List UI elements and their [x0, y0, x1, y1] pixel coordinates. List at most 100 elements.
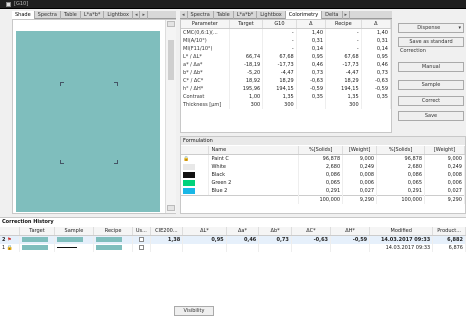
- sample-swatch: [56, 237, 83, 242]
- col-parameter: Parameter: [181, 20, 230, 29]
- solids-value-2: 0,291: [376, 187, 426, 195]
- corner-marker: [60, 160, 64, 164]
- parameter-value: 1,40: [361, 28, 392, 37]
- shade-panel: [12, 19, 176, 214]
- app-window: [G10] Shade Spectra Table L*a*b* Lightbo…: [0, 0, 466, 328]
- colorant-name: Paint C: [208, 154, 300, 163]
- tab-table-2[interactable]: Table: [214, 11, 234, 19]
- tab-colorimetry[interactable]: Colorimetry: [285, 11, 323, 19]
- sample-button[interactable]: Sample: [398, 80, 464, 90]
- save-button[interactable]: Save: [398, 111, 464, 121]
- colorant-chip-cell: [181, 171, 210, 179]
- scroll-down-icon[interactable]: [167, 205, 175, 211]
- parameter-value: [361, 101, 392, 109]
- parameter-value: 194,15: [325, 85, 362, 93]
- col-dc: ΔC*: [291, 227, 332, 236]
- tab-delta[interactable]: Delta: [322, 11, 343, 19]
- tab-table[interactable]: Table: [61, 11, 81, 19]
- correction-label: Correction: [400, 48, 426, 54]
- dispense-label: Dispense: [417, 25, 441, 31]
- correct-button[interactable]: Correct: [398, 96, 464, 106]
- center-tabs: ◂ Spectra Table L*a*b* Lightbox Colorime…: [180, 11, 392, 19]
- parameter-value: -0,63: [296, 77, 327, 85]
- solids-value: 0,065: [298, 179, 344, 187]
- solids-value: 2,680: [298, 163, 344, 171]
- use-checkbox[interactable]: [138, 245, 144, 250]
- tab-lightbox-2[interactable]: Lightbox: [257, 11, 286, 19]
- solids-value: 0,291: [298, 187, 344, 195]
- vertical-scrollbar[interactable]: [165, 20, 176, 213]
- parameter-name: MI(A/10°): [181, 37, 230, 45]
- modified-value: 14.03.2017 09:33: [369, 235, 434, 244]
- col-target: Target: [229, 20, 264, 29]
- parameter-value: 0,35: [296, 93, 327, 101]
- solids-value-2: 2,680: [376, 163, 426, 171]
- col-recipe: Recipe: [93, 227, 134, 236]
- use-cell: [132, 235, 151, 244]
- tab-lab[interactable]: L*a*b*: [81, 11, 105, 19]
- parameter-value: 1,35: [262, 93, 297, 101]
- formulation-row[interactable]: Green 2 0,065 0,006 0,065 0,006: [181, 179, 465, 187]
- col-recipe: Recipe: [325, 20, 362, 29]
- parameter-value: -17,73: [325, 61, 362, 69]
- col-delta-2: Δ: [361, 20, 392, 29]
- weight-value-2: 0,027: [424, 187, 465, 195]
- colorimetry-row: L* / ΔL* 66,74 67,68 0,95 67,68 0,95: [181, 53, 392, 61]
- da-value: 0,46: [226, 235, 260, 244]
- parameter-value: 195,96: [229, 85, 264, 93]
- parameter-name: Thickness [µm]: [181, 101, 230, 109]
- formulation-row[interactable]: Blue 2 0,291 0,027 0,291 0,027: [181, 187, 465, 195]
- parameter-value: 67,68: [325, 53, 362, 61]
- title-bar: [G10]: [0, 0, 466, 9]
- save-standard-button[interactable]: Save as standard: [398, 37, 464, 47]
- shade-swatch: [16, 31, 160, 212]
- solids-value-2: 0,065: [376, 179, 426, 187]
- solids-value: 96,878: [298, 154, 344, 163]
- tab-scroll-left-icon[interactable]: ◂: [180, 11, 188, 19]
- col-product: Product...: [432, 227, 466, 236]
- tab-scroll-right-icon[interactable]: ▸: [343, 11, 351, 19]
- tab-spectra[interactable]: Spectra: [35, 11, 61, 19]
- tab-scroll-left-icon[interactable]: ◂: [133, 11, 141, 19]
- corner-marker: [114, 82, 118, 86]
- formulation-row[interactable]: 🔒 Paint C 96,878 9,000 96,878 9,000: [181, 154, 465, 163]
- formulation-row[interactable]: White 2,680 0,249 2,680 0,249: [181, 163, 465, 171]
- weight-value: 0,008: [342, 171, 378, 179]
- parameter-value: 18,92: [229, 77, 264, 85]
- dispense-button[interactable]: Dispense ▾: [398, 23, 464, 33]
- tab-shade[interactable]: Shade: [12, 11, 35, 19]
- col-delta: Δ: [296, 20, 327, 29]
- solids-value-2: 96,878: [376, 154, 426, 163]
- manual-button[interactable]: Manual: [398, 62, 464, 72]
- dropdown-arrow-icon: ▾: [458, 25, 461, 31]
- colorimetry-row: MI(F11/10°) -0,14-0,14: [181, 45, 392, 53]
- lock-icon: 🔒: [183, 156, 190, 162]
- history-row[interactable]: 2 ⚑ 1,38 0,95 0,46 0,73 -0,63 -0,59 14.0…: [0, 235, 466, 244]
- tab-lab-2[interactable]: L*a*b*: [234, 11, 258, 19]
- row-index-cell: 2 ⚑: [0, 235, 21, 244]
- dl-value: 0,95: [182, 235, 227, 244]
- use-checkbox[interactable]: [138, 237, 144, 242]
- col-dl: ΔL*: [182, 227, 227, 236]
- col-g10: G10: [262, 20, 297, 29]
- total-weight: 9,290: [342, 195, 378, 204]
- lock-icon: 🔒: [6, 245, 14, 251]
- col-use: Us...: [132, 227, 151, 236]
- parameter-value: 0,95: [361, 53, 392, 61]
- tab-scroll-right-icon[interactable]: ▸: [140, 11, 148, 19]
- parameter-value: -: [325, 45, 362, 53]
- col-target: Target: [19, 227, 55, 236]
- colorant-name: White: [208, 163, 300, 171]
- scroll-up-icon[interactable]: [167, 21, 175, 27]
- colorant-chip: [183, 179, 195, 186]
- scroll-thumb[interactable]: [168, 40, 174, 80]
- dh-value: -0,59: [330, 235, 371, 244]
- tab-lightbox[interactable]: Lightbox: [104, 11, 133, 19]
- formulation-row[interactable]: Black 0,086 0,008 0,086 0,008: [181, 171, 465, 179]
- visibility-button[interactable]: Visibility: [174, 306, 214, 316]
- history-row[interactable]: 1 🔒 14.03.2017 09:33 6,876: [0, 244, 466, 252]
- total-solids: 100,000: [298, 195, 344, 204]
- parameter-value: 67,68: [262, 53, 297, 61]
- col-solids-2: %[Solids]: [376, 146, 426, 155]
- tab-spectra-2[interactable]: Spectra: [188, 11, 214, 19]
